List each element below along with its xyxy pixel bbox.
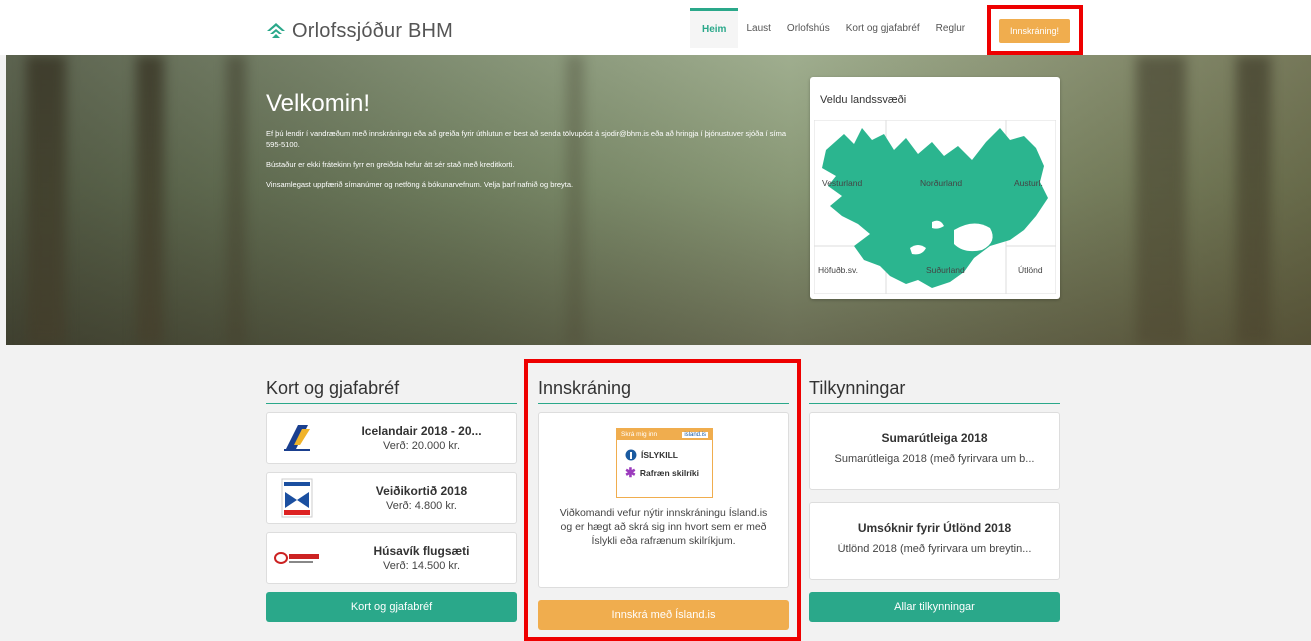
news-title: Sumarútleiga 2018 (881, 431, 988, 445)
region-sudurland[interactable]: Suðurland (926, 265, 965, 275)
gift-heading: Kort og gjafabréf (266, 378, 517, 404)
tree-shape (226, 55, 246, 345)
eagle-air-icon (274, 552, 319, 564)
nav-reglur[interactable]: Reglur (928, 8, 973, 48)
gift-card-veidikortid[interactable]: Veiðikortið 2018 Verð: 4.800 kr. (266, 472, 517, 524)
gift-title: Icelandair 2018 - 20... (361, 424, 482, 438)
top-bar: Orlofssjóður BHM Heim Laust Orlofshús Ko… (0, 0, 1311, 55)
tree-shape (136, 55, 164, 345)
icelandair-logo (267, 423, 327, 453)
region-map-card: Veldu landssvæði Vesturland Norðurland A… (810, 77, 1060, 299)
region-austurland[interactable]: Austurl. (1014, 178, 1043, 188)
tree-shape (26, 55, 66, 345)
eagle-air-logo (267, 550, 327, 566)
logo-text: Orlofssjóður BHM (292, 20, 454, 42)
gift-cards-column: Kort og gjafabréf Icelandair 2018 - 20..… (266, 378, 517, 622)
icelandair-icon (284, 425, 310, 451)
region-hofudborgarsvaedi[interactable]: Höfuðb.sv. (818, 265, 858, 275)
house-logo-icon (267, 22, 285, 38)
gift-price: Verð: 14.500 kr. (382, 560, 461, 572)
region-utlond[interactable]: Útlönd (1018, 265, 1043, 275)
hero-line-2: Bústaður er ekki frátekinn fyrr en greið… (266, 160, 515, 169)
highlight-box-login-column (524, 359, 801, 641)
hero-line-3: Vinsamlegast uppfærið símanúmer og netfö… (266, 180, 574, 189)
gift-price: Verð: 4.800 kr. (386, 500, 457, 512)
hero-text: Velkomin! Ef þú lendir í vandræðum með i… (266, 90, 796, 199)
region-map[interactable]: Vesturland Norðurland Austurl. Höfuðb.sv… (814, 120, 1056, 294)
map-title: Veldu landssvæði (820, 94, 907, 106)
tree-shape (1136, 55, 1186, 345)
news-summary: Sumarútleiga 2018 (með fyrirvara um b... (834, 453, 1035, 465)
gift-title: Veiðikortið 2018 (375, 484, 468, 498)
nav-kort-og-gjafabref[interactable]: Kort og gjafabréf (838, 8, 928, 48)
highlight-box-login (987, 5, 1083, 55)
news-summary: Útlönd 2018 (með fyrirvara um breytin... (837, 543, 1032, 555)
nav-laust[interactable]: Laust (738, 8, 778, 48)
news-column: Tilkynningar Sumarútleiga 2018 Sumarútle… (809, 378, 1060, 622)
veidikortid-icon (281, 478, 313, 518)
gift-price: Verð: 20.000 kr. (382, 440, 461, 452)
all-news-button[interactable]: Allar tilkynningar (809, 592, 1060, 622)
region-nordurland[interactable]: Norðurland (920, 178, 962, 188)
main-nav: Heim Laust Orlofshús Kort og gjafabréf R… (690, 8, 973, 48)
region-vesturland[interactable]: Vesturland (822, 178, 862, 188)
nav-orlofshus[interactable]: Orlofshús (779, 8, 838, 48)
hero-line-1: Ef þú lendir í vandræðum með innskráning… (266, 129, 786, 149)
news-title: Umsóknir fyrir Útlönd 2018 (857, 521, 1012, 535)
site-logo[interactable]: Orlofssjóður BHM (266, 20, 453, 43)
news-card[interactable]: Sumarútleiga 2018 Sumarútleiga 2018 (með… (809, 412, 1060, 490)
gift-card-icelandair[interactable]: Icelandair 2018 - 20... Verð: 20.000 kr. (266, 412, 517, 464)
gift-title: Húsavík flugsæti (373, 544, 470, 558)
hero-title: Velkomin! (266, 90, 371, 117)
tree-shape (1236, 55, 1271, 345)
news-heading: Tilkynningar (809, 378, 1060, 404)
nav-heim[interactable]: Heim (690, 8, 739, 48)
gift-card-husavik[interactable]: Húsavík flugsæti Verð: 14.500 kr. (266, 532, 517, 584)
veidikortid-logo (267, 478, 327, 518)
gift-cards-button[interactable]: Kort og gjafabréf (266, 592, 517, 622)
news-card[interactable]: Umsóknir fyrir Útlönd 2018 Útlönd 2018 (… (809, 502, 1060, 580)
